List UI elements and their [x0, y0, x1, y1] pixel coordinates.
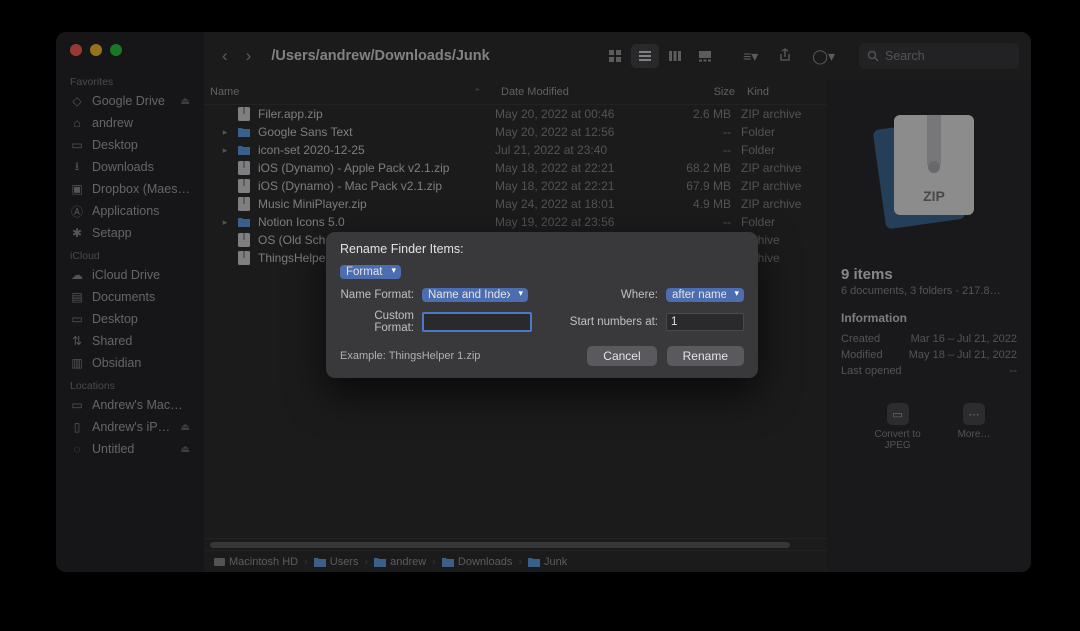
custom-format-input[interactable] — [422, 312, 532, 332]
where-select-wrap[interactable]: after name — [666, 287, 744, 302]
start-numbers-input[interactable] — [666, 313, 744, 331]
name-format-label: Name Format: — [340, 289, 414, 301]
where-select: after name — [666, 288, 744, 302]
example-text: Example: ThingsHelper 1.zip — [340, 350, 480, 362]
dialog-title: Rename Finder Items: — [340, 242, 744, 256]
rename-button[interactable]: Rename — [667, 346, 744, 366]
where-label: Where: — [621, 289, 658, 301]
mode-select-wrap[interactable]: Format — [340, 264, 401, 279]
name-format-select: Name and Index — [422, 288, 528, 302]
cancel-button[interactable]: Cancel — [587, 346, 656, 366]
start-numbers-label: Start numbers at: — [570, 316, 658, 328]
name-format-select-wrap[interactable]: Name and Index — [422, 287, 528, 302]
mode-select: Format — [340, 265, 401, 279]
custom-format-label: Custom Format: — [340, 310, 414, 334]
rename-dialog: Rename Finder Items: Format Name Format:… — [326, 232, 758, 378]
